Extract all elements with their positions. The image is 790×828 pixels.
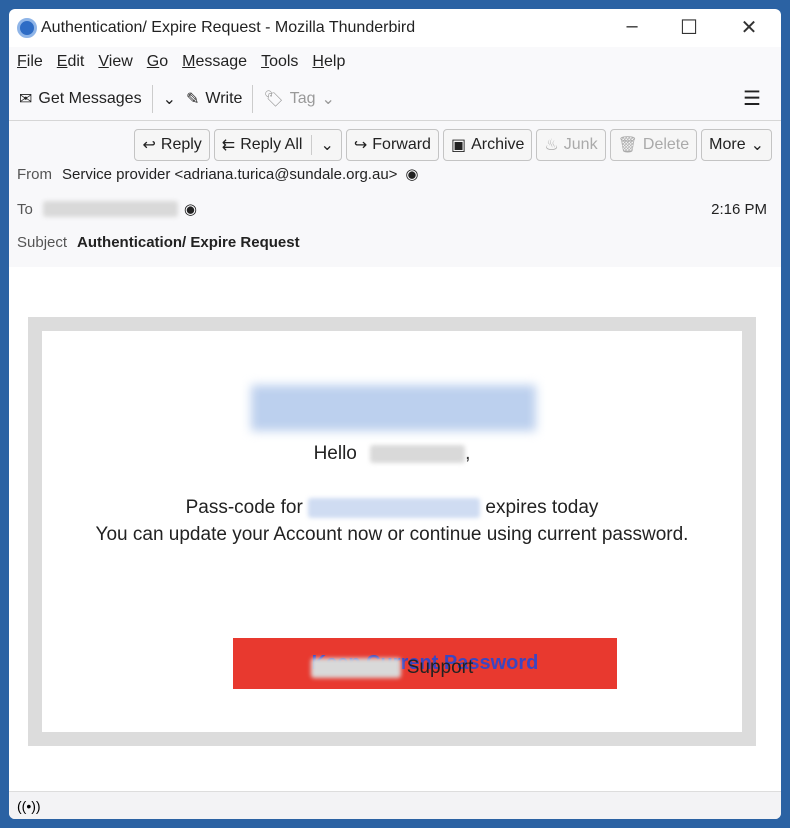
chevron-down-icon: ⌄ xyxy=(750,137,764,154)
message-actions: ↩ Reply ⇇ Reply All ⌄ ↪ Forward ▣ Archive ♨ Ju… xyxy=(134,129,772,161)
trash-icon: 🗑 xyxy=(617,137,638,154)
subject-row: Subject Authentication/ Expire Request xyxy=(17,234,300,251)
get-messages-dropdown[interactable]: ⌄ xyxy=(163,89,176,109)
close-button[interactable]: ✕ xyxy=(729,15,769,40)
chevron-down-icon: ⌄ xyxy=(162,90,176,108)
more-label: More xyxy=(709,136,746,153)
get-messages-label: Get Messages xyxy=(38,89,142,107)
sender-logo-redacted xyxy=(251,385,536,431)
maximize-button[interactable]: ☐ xyxy=(669,15,709,40)
status-bar: ((•)) xyxy=(9,791,781,819)
reply-all-button[interactable]: ⇇ Reply All ⌄ xyxy=(213,129,342,161)
to-row: To ◉ 2:16 PM xyxy=(17,200,767,219)
support-signature: Support xyxy=(42,657,742,679)
update-line: You can update your Account now or conti… xyxy=(95,524,689,545)
reply-label: Reply xyxy=(160,136,202,153)
reply-button[interactable]: ↩ Reply xyxy=(134,129,210,161)
email-frame: Hello , Pass-code for expires today You … xyxy=(28,317,756,746)
divider xyxy=(151,84,153,113)
envelope-download-icon: ✉ xyxy=(19,90,33,108)
greeting: Hello , xyxy=(313,443,471,464)
get-messages-button[interactable]: ✉ Get Messages xyxy=(19,89,142,109)
subject-label: Subject xyxy=(17,234,68,251)
chevron-down-icon[interactable]: ⌄ xyxy=(311,135,334,155)
window-title: Authentication/ Expire Request - Mozilla… xyxy=(41,19,416,36)
chevron-down-icon: ⌄ xyxy=(321,90,335,108)
online-status-icon[interactable]: ((•)) xyxy=(17,798,41,814)
menu-help[interactable]: Help xyxy=(312,53,345,71)
message-header: ↩ Reply ⇇ Reply All ⌄ ↪ Forward ▣ Archive ♨ Ju… xyxy=(9,121,781,269)
main-toolbar: ✉ Get Messages ⌄ ✎ Write 🏷 Tag ⌄ ☰ xyxy=(9,77,781,121)
menu-message[interactable]: Message xyxy=(182,53,247,71)
app-menu-icon[interactable]: ☰ xyxy=(743,86,761,111)
archive-button[interactable]: ▣ Archive xyxy=(442,129,533,161)
message-time: 2:16 PM xyxy=(711,200,767,218)
reply-icon: ↩ xyxy=(142,137,156,154)
write-label: Write xyxy=(205,89,243,107)
contact-icon[interactable]: ◉ xyxy=(184,200,197,218)
to-label: To xyxy=(17,200,33,218)
passcode-line: Pass-code for expires today xyxy=(185,497,599,518)
from-label: From xyxy=(17,165,52,183)
menu-view[interactable]: View xyxy=(98,53,132,71)
thunderbird-window: Authentication/ Expire Request - Mozilla… xyxy=(9,9,781,819)
forward-label: Forward xyxy=(372,136,431,153)
forward-button[interactable]: ↪ Forward xyxy=(345,129,439,161)
forward-icon: ↪ xyxy=(353,137,368,154)
contact-icon[interactable]: ◉ xyxy=(405,165,418,183)
reply-all-icon: ⇇ xyxy=(221,137,236,154)
menu-tools[interactable]: Tools xyxy=(261,53,298,71)
from-value[interactable]: Service provider <adriana.turica@sundale… xyxy=(62,166,397,183)
tag-label: Tag xyxy=(289,89,316,107)
subject-value: Authentication/ Expire Request xyxy=(77,234,300,251)
menu-edit[interactable]: Edit xyxy=(57,53,85,71)
pencil-icon: ✎ xyxy=(185,90,200,108)
menu-go[interactable]: Go xyxy=(147,53,168,71)
minimize-button[interactable]: – xyxy=(612,15,652,38)
title-bar: Authentication/ Expire Request - Mozilla… xyxy=(9,9,781,47)
menu-file[interactable]: File xyxy=(17,53,43,71)
reply-all-label: Reply All xyxy=(240,136,303,153)
archive-label: Archive xyxy=(471,136,525,153)
thunderbird-logo-icon xyxy=(17,18,37,38)
divider xyxy=(252,84,254,113)
junk-button[interactable]: ♨ Junk xyxy=(536,129,606,161)
menu-bar: File Edit View Go Message Tools Help xyxy=(9,47,781,77)
tag-icon: 🏷 xyxy=(263,90,284,108)
recipient-redacted xyxy=(42,201,178,217)
delete-label: Delete xyxy=(642,136,690,153)
from-row: From Service provider <adriana.turica@su… xyxy=(17,165,419,184)
flame-icon: ♨ xyxy=(544,137,559,154)
tag-button[interactable]: 🏷 Tag ⌄ xyxy=(263,89,335,109)
more-button[interactable]: More ⌄ xyxy=(701,129,772,161)
message-body: Hello , Pass-code for expires today You … xyxy=(9,267,781,791)
archive-icon: ▣ xyxy=(450,137,467,154)
junk-label: Junk xyxy=(563,136,598,153)
write-button[interactable]: ✎ Write xyxy=(186,89,242,109)
delete-button[interactable]: 🗑 Delete xyxy=(609,129,698,161)
